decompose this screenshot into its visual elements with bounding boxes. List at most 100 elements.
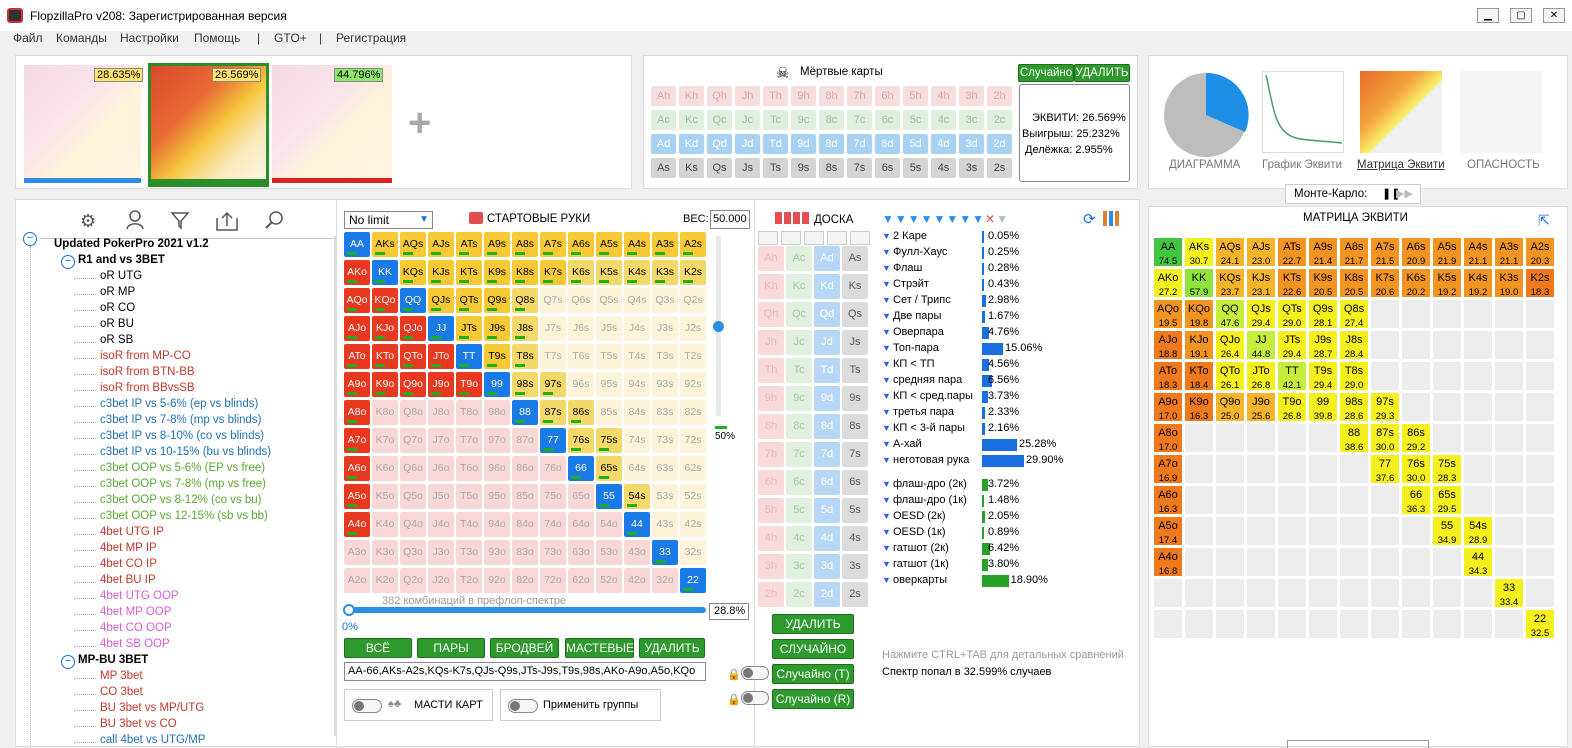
dead-card-6s[interactable]: 6s [875,158,900,178]
hand-cell-J6s[interactable]: J6s [568,316,594,341]
filter-icon-stats[interactable]: ▼ [882,343,891,353]
dead-card-9d[interactable]: 9d [791,134,816,154]
hand-cell-63o[interactable]: 63o [568,540,594,565]
dead-card-5h[interactable]: 5h [903,86,928,106]
hand-cell-53s[interactable]: 53s [652,484,678,509]
board-card-Jc[interactable]: Jc [786,330,812,355]
hand-cell-T8s[interactable]: T8s [512,344,538,369]
filter-icon-stats[interactable]: ▼ [882,375,891,385]
equity-cell-QTs[interactable]: QTs 29.0 [1277,299,1307,329]
tree-range-item[interactable]: c3bet OOP vs 5-6% (EP vs free) [100,462,265,474]
board-card-Qd[interactable]: Qd [814,302,840,327]
board-card-4d[interactable]: 4d [814,526,840,551]
dead-card-3h[interactable]: 3h [959,86,984,106]
board-card-Kc[interactable]: Kc [786,274,812,299]
dead-card-Qh[interactable]: Qh [707,86,732,106]
tree-root[interactable]: Updated PokerPro 2021 v1.2 [54,238,209,250]
board-card-7d[interactable]: 7d [814,442,840,467]
random-turn-toggle[interactable] [741,666,769,680]
filter-icon-draws[interactable]: ▼ [882,559,891,569]
hand-cell-Q5s[interactable]: Q5s [596,288,622,313]
hand-cell-J9s[interactable]: J9s [484,316,510,341]
hand-cell-KQo[interactable]: KQo [372,288,398,313]
game-type-select[interactable]: No limit ▼ [344,211,433,229]
hand-cell-J2s[interactable]: J2s [680,316,706,341]
dead-random-button[interactable]: Случайно [1018,64,1074,82]
dead-card-6h[interactable]: 6h [875,86,900,106]
dead-card-Qd[interactable]: Qd [707,134,732,154]
hand-cell-T4s[interactable]: T4s [624,344,650,369]
hand-cell-J7o[interactable]: J7o [428,428,454,453]
search-icon[interactable] [264,210,284,233]
hand-cell-J6o[interactable]: J6o [428,456,454,481]
board-card-6s[interactable]: 6s [842,470,868,495]
hand-cell-75s[interactable]: 75s [596,428,622,453]
tree-range-item[interactable]: MP 3bet [100,670,143,682]
dead-card-3s[interactable]: 3s [959,158,984,178]
filter-icon-draws[interactable]: ▼ [882,479,891,489]
lock-icon[interactable]: 🔒 [727,668,741,681]
board-card-9c[interactable]: 9c [786,386,812,411]
hand-cell-53o[interactable]: 53o [596,540,622,565]
view-diagram[interactable]: ДИАГРАММА [1169,159,1240,171]
board-slot-1[interactable] [781,231,801,245]
hand-cell-KK[interactable]: KK [372,260,398,285]
board-card-9s[interactable]: 9s [842,386,868,411]
board-card-8c[interactable]: 8c [786,414,812,439]
hand-cell-Q5o[interactable]: Q5o [400,484,426,509]
hand-cell-J9o[interactable]: J9o [428,372,454,397]
equity-cell-Q8s[interactable]: Q8s 27.4 [1339,299,1369,329]
dead-card-Th[interactable]: Th [763,86,788,106]
hand-cell-42o[interactable]: 42o [624,568,650,593]
hand-cell-63s[interactable]: 63s [652,456,678,481]
equity-cell-A8s[interactable]: A8s 21.7 [1339,237,1369,267]
board-card-Ac[interactable]: Ac [786,246,812,271]
board-card-5c[interactable]: 5c [786,498,812,523]
equity-cell-KTs[interactable]: KTs 22.6 [1277,268,1307,298]
hand-cell-K9o[interactable]: K9o [372,372,398,397]
hand-cell-K8o[interactable]: K8o [372,400,398,425]
equity-cell-KJs[interactable]: KJs 23.1 [1246,268,1276,298]
board-slot-3[interactable] [827,231,847,245]
hand-cell-A6o[interactable]: A6o [344,456,370,481]
filter-icon-stats[interactable]: ▼ [882,423,891,433]
board-card-6d[interactable]: 6d [814,470,840,495]
board-card-Ad[interactable]: Ad [814,246,840,271]
filter-presets-icon[interactable]: ▼▼▼▼▼▼▼▼✕▼ [882,212,1009,226]
dead-card-9s[interactable]: 9s [791,158,816,178]
equity-cell-A3s[interactable]: A3s 21.1 [1494,237,1524,267]
tree-range-item[interactable]: oR SB [100,334,133,346]
tree-range-item[interactable]: c3bet OOP vs 7-8% (mp vs free) [100,478,266,490]
equity-cell-J9o[interactable]: J9o 25.6 [1246,392,1276,422]
hand-cell-84o[interactable]: 84o [512,512,538,537]
board-card-Td[interactable]: Td [814,358,840,383]
hand-cell-65s[interactable]: 65s [596,456,622,481]
dead-card-4c[interactable]: 4c [931,110,956,130]
board-card-3d[interactable]: 3d [814,554,840,579]
tree-range-item[interactable]: c3bet IP vs 10-15% (bu vs blinds) [100,446,271,458]
tree-range-item[interactable]: CO 3bet [100,686,143,698]
board-card-3c[interactable]: 3c [786,554,812,579]
equity-cell-JJ[interactable]: JJ 44.8 [1246,330,1276,360]
equity-cell-87s[interactable]: 87s 30.0 [1370,423,1400,453]
equity-cell-76s[interactable]: 76s 30.0 [1401,454,1431,484]
hand-cell-Q2o[interactable]: Q2o [400,568,426,593]
hand-cell-Q8o[interactable]: Q8o [400,400,426,425]
filter-icon-stats[interactable]: ▼ [882,295,891,305]
hand-cell-98o[interactable]: 98o [484,400,510,425]
hand-cell-A9o[interactable]: A9o [344,372,370,397]
hand-cell-ATs[interactable]: ATs [456,232,482,257]
filter-icon-stats[interactable]: ▼ [882,359,891,369]
equity-cell-22[interactable]: 22 32.5 [1525,609,1555,639]
tree-range-item[interactable]: 4bet BU IP [100,574,156,586]
hand-cell-32o[interactable]: 32o [652,568,678,593]
hand-cell-K8s[interactable]: K8s [512,260,538,285]
dead-card-8h[interactable]: 8h [819,86,844,106]
hand-cell-K7s[interactable]: K7s [540,260,566,285]
equity-cell-A9s[interactable]: A9s 21.4 [1308,237,1338,267]
hand-cell-T5o[interactable]: T5o [456,484,482,509]
hand-cell-J8s[interactable]: J8s [512,316,538,341]
equity-cell-Q9s[interactable]: Q9s 28.1 [1308,299,1338,329]
menu-item-5[interactable]: GTO+ [274,31,307,45]
dead-card-7s[interactable]: 7s [847,158,872,178]
